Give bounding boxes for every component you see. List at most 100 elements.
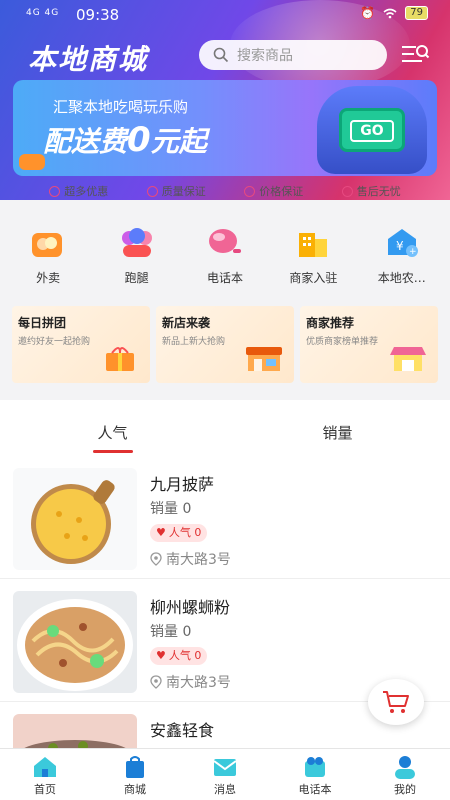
tabbar-home[interactable]: 首页 bbox=[0, 749, 90, 800]
bottom-tab-bar: 首页 商城 消息 电话本 我的 bbox=[0, 748, 450, 800]
takeout-icon bbox=[32, 233, 63, 257]
promo-cards: 每日拼团 邀约好友一起抢购 新店来袭 新品上新大抢购 商家推荐 优质商家榜单推荐 bbox=[12, 306, 438, 383]
popularity-badge: ♥ 人气 0 bbox=[150, 524, 208, 542]
app-title: 本地商城 bbox=[28, 43, 149, 76]
tabbar-message[interactable]: 消息 bbox=[180, 749, 270, 800]
discount-icon bbox=[49, 185, 61, 197]
heart-icon bbox=[244, 185, 256, 197]
guarantee-item: 售后无忧 bbox=[341, 180, 401, 202]
profile-icon bbox=[395, 756, 415, 779]
snail-noodle-thumbnail bbox=[13, 591, 137, 693]
list-item[interactable]: 九月披萨 销量 0 ♥ 人气 0 南大路3号 bbox=[0, 456, 450, 579]
guarantee-label: 价格保证 bbox=[259, 185, 304, 198]
product-address: 南大路3号 bbox=[150, 549, 231, 569]
category-merchant-join[interactable]: 商家入驻 bbox=[271, 225, 355, 295]
location-pin-icon bbox=[150, 552, 162, 566]
category-menu-icon[interactable] bbox=[400, 42, 430, 68]
category-label: 商家入驻 bbox=[289, 271, 338, 285]
header: 4G 4G 09:38 ⏰ 79 本地商城 搜索商品 汇聚本地吃喝玩乐购 配送费… bbox=[0, 0, 450, 200]
tabbar-profile[interactable]: 我的 bbox=[360, 749, 450, 800]
category-phonebook[interactable]: 电话本 bbox=[183, 225, 267, 295]
promo-group-buy[interactable]: 每日拼团 邀约好友一起抢购 bbox=[12, 306, 150, 383]
home-icon bbox=[34, 757, 56, 777]
category-takeout[interactable]: 外卖 bbox=[6, 225, 90, 295]
shop-awning-icon bbox=[390, 347, 426, 371]
flame-icon: ♥ bbox=[156, 526, 166, 539]
wifi-icon bbox=[383, 8, 397, 18]
category-errand[interactable]: 跑腿 bbox=[95, 225, 179, 295]
search-icon bbox=[213, 47, 229, 63]
guarantee-label: 质量保证 bbox=[161, 185, 206, 198]
light-meal-thumbnail bbox=[13, 714, 137, 748]
product-name: 柳州螺蛳粉 bbox=[150, 598, 231, 617]
robot-illustration: GO bbox=[317, 86, 427, 174]
tabbar-shop[interactable]: 商城 bbox=[90, 749, 180, 800]
promo-title: 商家推荐 bbox=[306, 316, 355, 330]
svg-text:+: + bbox=[409, 247, 417, 257]
cart-icon bbox=[383, 691, 409, 713]
banner-headline: 配送费0元起 bbox=[43, 120, 207, 160]
guarantee-item: 质量保证 bbox=[146, 180, 206, 202]
status-icons: ⏰ 79 bbox=[360, 6, 428, 20]
quality-icon bbox=[146, 185, 158, 197]
shield-icon bbox=[341, 185, 353, 197]
robot-screen: GO bbox=[339, 108, 405, 152]
message-icon bbox=[213, 759, 237, 776]
guarantee-label: 售后无忧 bbox=[356, 185, 401, 198]
go-button[interactable]: GO bbox=[350, 120, 394, 142]
promo-banner[interactable]: 汇聚本地吃喝玩乐购 配送费0元起 GO bbox=[13, 80, 437, 176]
tabbar-label: 首页 bbox=[34, 783, 56, 796]
promo-merchant-recommend[interactable]: 商家推荐 优质商家榜单推荐 bbox=[300, 306, 438, 383]
product-address: 南大路3号 bbox=[150, 672, 231, 692]
guarantee-item: 超多优惠 bbox=[49, 180, 108, 202]
product-sales: 销量 0 bbox=[150, 624, 192, 640]
battery-indicator: 79 bbox=[405, 6, 428, 20]
category-label: 跑腿 bbox=[124, 271, 149, 285]
pizza-thumbnail bbox=[13, 468, 137, 570]
product-name: 九月披萨 bbox=[150, 475, 215, 494]
popularity-text: 人气 0 bbox=[168, 649, 202, 662]
banner-headline-prefix: 配送费 bbox=[43, 125, 128, 158]
promo-title: 新店来袭 bbox=[162, 316, 211, 330]
signal-indicator: 4G 4G bbox=[26, 8, 60, 18]
status-bar: 4G 4G 09:38 ⏰ 79 bbox=[0, 0, 450, 30]
merchant-join-icon bbox=[299, 233, 328, 257]
guarantee-label: 超多优惠 bbox=[64, 185, 109, 198]
sort-tabs: 人气 销量 bbox=[0, 400, 450, 456]
tabbar-label: 消息 bbox=[214, 783, 236, 796]
shop-bag-icon bbox=[126, 756, 144, 778]
phonebook-icon bbox=[208, 229, 241, 253]
search-placeholder: 搜索商品 bbox=[237, 48, 293, 64]
address-text: 南大路3号 bbox=[166, 675, 231, 691]
search-input[interactable]: 搜索商品 bbox=[199, 40, 387, 70]
category-grid: 外卖 跑腿 电话本 商家入驻 ¥ + 本地农… bbox=[0, 225, 450, 295]
clock: 09:38 bbox=[76, 6, 120, 24]
delivery-scooter-icon bbox=[19, 154, 45, 170]
tabbar-label: 商城 bbox=[124, 783, 146, 796]
promo-title: 每日拼团 bbox=[18, 316, 67, 330]
tabbar-label: 电话本 bbox=[298, 783, 332, 796]
local-farm-icon: ¥ + bbox=[387, 229, 418, 257]
alarm-icon: ⏰ bbox=[360, 6, 376, 20]
category-local-farm[interactable]: ¥ + 本地农… bbox=[360, 225, 444, 295]
promo-new-store[interactable]: 新店来袭 新品上新大抢购 bbox=[156, 306, 294, 383]
location-pin-icon bbox=[150, 675, 162, 689]
popularity-text: 人气 0 bbox=[168, 526, 202, 539]
flame-icon: ♥ bbox=[156, 649, 166, 662]
banner-tagline: 汇聚本地吃喝玩乐购 bbox=[53, 98, 189, 116]
category-label: 外卖 bbox=[36, 271, 61, 285]
banner-headline-zero: 0 bbox=[127, 120, 151, 160]
popularity-badge: ♥ 人气 0 bbox=[150, 647, 208, 665]
product-sales: 销量 0 bbox=[150, 501, 192, 517]
errand-icon bbox=[121, 228, 152, 257]
category-label: 本地农… bbox=[377, 271, 426, 285]
tabbar-label: 我的 bbox=[394, 783, 416, 796]
banner-headline-suffix: 元起 bbox=[150, 125, 207, 158]
cart-button[interactable] bbox=[368, 679, 424, 725]
tab-sales[interactable]: 销量 bbox=[225, 400, 450, 456]
tab-popularity[interactable]: 人气 bbox=[0, 400, 225, 456]
tabbar-phonebook[interactable]: 电话本 bbox=[270, 749, 360, 800]
svg-text:¥: ¥ bbox=[396, 239, 404, 253]
storefront-icon bbox=[246, 347, 282, 371]
gift-box-icon bbox=[106, 347, 134, 371]
